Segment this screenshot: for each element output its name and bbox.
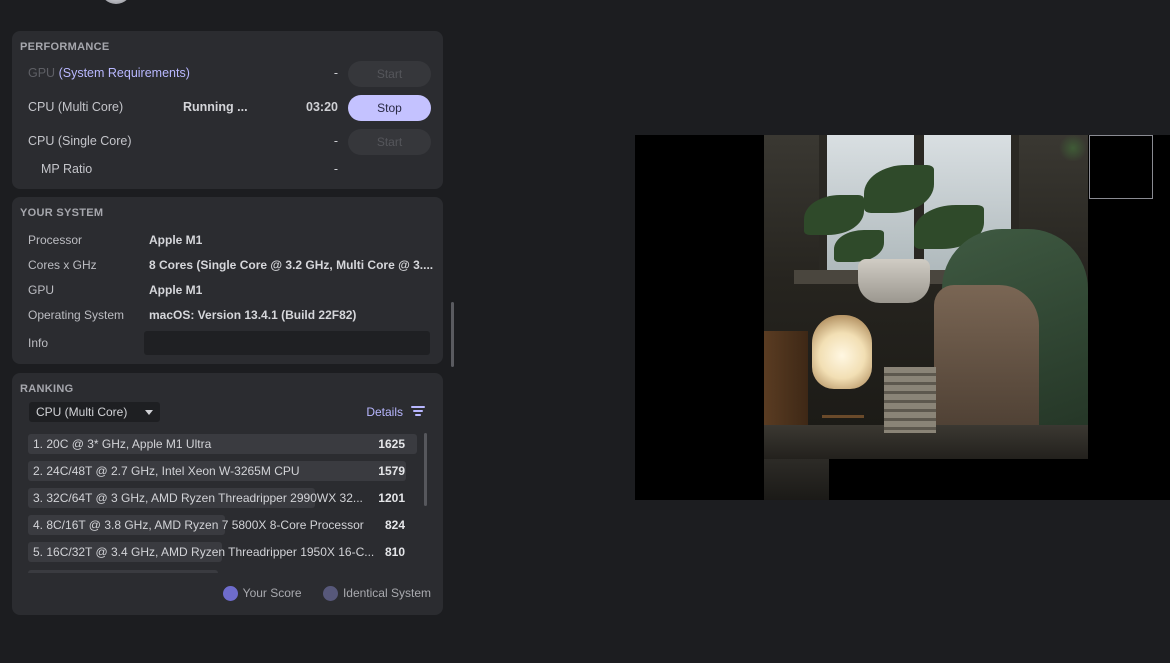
app-logo-icon xyxy=(100,0,132,4)
system-row-cores: Cores x GHz 8 Cores (Single Core @ 3.2 G… xyxy=(12,254,443,276)
performance-panel: PERFORMANCE GPU (System Requirements) - … xyxy=(12,31,443,189)
ranking-row[interactable]: 2. 24C/48T @ 2.7 GHz, Intel Xeon W-3265M… xyxy=(28,461,417,481)
mp-ratio-label: MP Ratio xyxy=(41,162,93,176)
system-row-value: 8 Cores (Single Core @ 3.2 GHz, Multi Co… xyxy=(149,258,434,272)
gpu-value: - xyxy=(333,66,338,80)
cpu-multi-status: Running ... xyxy=(183,100,248,114)
legend-your-score-label: Your Score xyxy=(242,586,302,600)
legend-identical-system: Identical System xyxy=(322,586,431,602)
legend-your-score: Your Score xyxy=(222,586,302,602)
blanket xyxy=(934,285,1039,435)
ranking-score: 1625 xyxy=(378,437,405,451)
info-label: Info xyxy=(28,336,49,350)
panel-scrollbar[interactable] xyxy=(451,302,454,367)
legend-identical-label: Identical System xyxy=(342,586,431,600)
ranking-row[interactable]: 5. 16C/32T @ 3.4 GHz, AMD Ryzen Threadri… xyxy=(28,542,417,562)
ranking-score: 1579 xyxy=(378,464,405,478)
ranking-name: 2. 24C/48T @ 2.7 GHz, Intel Xeon W-3265M… xyxy=(33,464,300,478)
cpu-single-label: CPU (Single Core) xyxy=(28,134,132,148)
filter-icon xyxy=(411,406,425,417)
performance-title: PERFORMANCE xyxy=(20,41,110,53)
cpu-single-value: - xyxy=(333,134,338,148)
mp-ratio-value: - xyxy=(333,162,338,176)
ranking-row[interactable]: 3. 32C/64T @ 3 GHz, AMD Ryzen Threadripp… xyxy=(28,488,417,508)
interior-photo xyxy=(764,135,1088,459)
system-row-key: Operating System xyxy=(28,308,125,322)
system-row-value: macOS: Version 13.4.1 (Build 22F82) xyxy=(149,308,357,322)
gpu-row-text: GPU (System Requirements) xyxy=(28,66,190,80)
ranking-bar xyxy=(28,570,218,573)
ranking-legend: Your Score Identical System xyxy=(205,586,431,602)
system-row-processor: Processor Apple M1 xyxy=(12,229,443,251)
system-row-key: Processor xyxy=(28,233,83,247)
ranking-name: 4. 8C/16T @ 3.8 GHz, AMD Ryzen 7 5800X 8… xyxy=(33,518,364,532)
plant-corner xyxy=(1058,135,1088,161)
lamp-base xyxy=(822,385,864,418)
your-system-panel: YOUR SYSTEM Processor Apple M1 Cores x G… xyxy=(12,197,443,364)
photo-rendered-strip xyxy=(764,459,829,500)
ranking-row-partial[interactable] xyxy=(28,570,417,573)
crate xyxy=(764,331,808,429)
gpu-label: GPU xyxy=(28,66,56,80)
cpu-single-row: CPU (Single Core) - Start xyxy=(12,129,443,155)
system-row-key: Cores x GHz xyxy=(28,258,97,272)
stop-button[interactable]: Stop xyxy=(348,95,431,121)
ranking-name: 3. 32C/64T @ 3 GHz, AMD Ryzen Threadripp… xyxy=(33,491,363,505)
system-row-key: GPU xyxy=(28,283,55,297)
lamp xyxy=(812,315,872,389)
cpu-multi-row: CPU (Multi Core) Running ... 03:20 Stop xyxy=(12,95,443,121)
system-row-value: Apple M1 xyxy=(149,233,203,247)
info-field[interactable] xyxy=(144,331,430,355)
chevron-down-icon xyxy=(145,410,153,415)
render-tile-outline xyxy=(1089,135,1153,199)
details-label: Details xyxy=(366,405,403,419)
identical-system-dot-icon xyxy=(322,586,338,602)
system-row-os: Operating System macOS: Version 13.4.1 (… xyxy=(12,304,443,326)
system-row-gpu: GPU Apple M1 xyxy=(12,279,443,301)
ranking-name: 5. 16C/32T @ 3.4 GHz, AMD Ryzen Threadri… xyxy=(33,545,375,559)
cpu-multi-timer: 03:20 xyxy=(306,100,338,114)
ranking-score: 1201 xyxy=(378,491,405,505)
ranking-name: 1. 20C @ 3* GHz, Apple M1 Ultra xyxy=(33,437,212,451)
gpu-start-button[interactable]: Start xyxy=(348,61,431,87)
ranking-row[interactable]: 4. 8C/16T @ 3.8 GHz, AMD Ryzen 7 5800X 8… xyxy=(28,515,417,535)
your-score-dot-icon xyxy=(222,586,238,602)
ranking-scrollbar[interactable] xyxy=(424,433,427,506)
cpu-single-start-button[interactable]: Start xyxy=(348,129,431,155)
ranking-category-select[interactable]: CPU (Multi Core) xyxy=(29,402,160,422)
system-requirements-link[interactable]: (System Requirements) xyxy=(59,66,190,80)
plant-pot xyxy=(858,259,930,303)
book-stack xyxy=(884,367,936,433)
details-button[interactable]: Details xyxy=(366,405,425,419)
ranking-score: 810 xyxy=(384,545,405,559)
render-preview xyxy=(635,135,1170,500)
ranking-row[interactable]: 1. 20C @ 3* GHz, Apple M1 Ultra 1625 xyxy=(28,434,417,454)
mp-ratio-row: MP Ratio - xyxy=(12,157,443,183)
your-system-title: YOUR SYSTEM xyxy=(20,207,104,219)
ranking-panel: RANKING CPU (Multi Core) Details 1. 20C … xyxy=(12,373,443,615)
ranking-category-value: CPU (Multi Core) xyxy=(36,405,128,419)
cpu-multi-label: CPU (Multi Core) xyxy=(28,100,124,114)
gpu-row: GPU (System Requirements) - Start xyxy=(12,61,443,87)
ranking-score: 824 xyxy=(384,518,405,532)
system-row-value: Apple M1 xyxy=(149,283,203,297)
ranking-title: RANKING xyxy=(20,383,74,395)
